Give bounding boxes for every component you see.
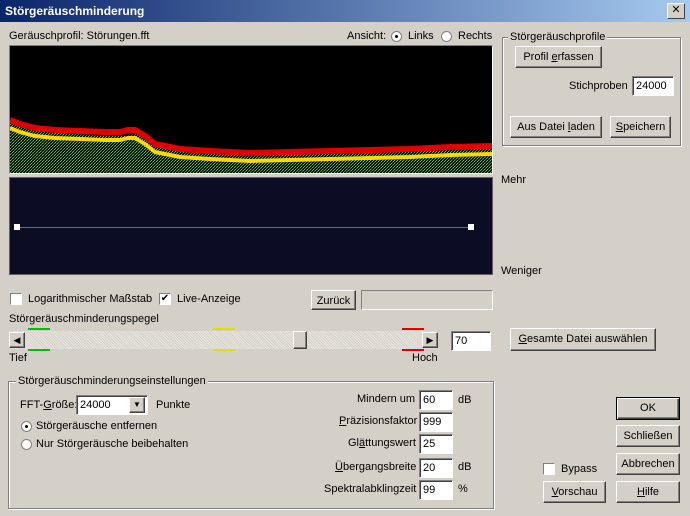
view-right-radio[interactable] — [441, 31, 452, 42]
precision-input[interactable]: 999 — [419, 412, 453, 432]
samples-label: Stichproben — [569, 80, 628, 92]
close-window-button[interactable]: ✕ — [667, 3, 685, 19]
fft-size-label: FFT-Größe: — [20, 399, 78, 411]
samples-input[interactable]: 24000 — [632, 76, 674, 96]
low-label: Tief — [9, 352, 27, 364]
remove-noise-radio[interactable] — [21, 421, 32, 432]
fft-size-value: 24000 — [80, 399, 111, 411]
back-button[interactable]: Zurück — [311, 290, 356, 310]
settings-group-title: Störgeräuschminderungseinstellungen — [16, 375, 208, 387]
yellow-marker-top — [213, 328, 235, 330]
view-left-radio[interactable] — [391, 31, 402, 42]
cancel-button[interactable]: Abbrechen — [616, 453, 680, 475]
reduce-by-label: Mindern um — [357, 393, 416, 405]
smoothing-input[interactable]: 25 — [419, 434, 453, 454]
view-left-label: Links — [408, 30, 434, 42]
window-title: Störgeräuschminderung — [5, 4, 145, 18]
precision-label: Präzisionsfaktor — [339, 415, 418, 427]
live-view-label: Live-Anzeige — [177, 293, 241, 305]
noise-reduction-level-label: Störgeräuschminderungspegel — [9, 313, 159, 325]
log-scale-label: Logarithmischer Maßstab — [28, 293, 153, 305]
chevron-down-icon[interactable]: ▼ — [129, 397, 145, 413]
save-profile-button[interactable]: Speichern — [610, 116, 671, 138]
level-value-input[interactable]: 70 — [451, 331, 491, 351]
yellow-marker-bottom — [213, 349, 235, 351]
red-marker-bottom — [402, 349, 424, 351]
reduction-curve-line — [17, 227, 473, 228]
level-slider-thumb[interactable] — [293, 331, 307, 349]
transition-width-label: Übergangsbreite — [335, 461, 417, 473]
preview-button[interactable]: Vorschau — [543, 481, 606, 503]
smoothing-label: Glättungswert — [348, 437, 416, 449]
select-entire-file-button[interactable]: Gesamte Datei auswählen — [510, 328, 656, 351]
slider-left-arrow[interactable]: ◀ — [9, 332, 25, 348]
points-label: Punkte — [156, 399, 191, 411]
status-box — [361, 290, 493, 310]
noise-profiles-group-title: Störgeräuschprofile — [508, 31, 608, 43]
keep-noise-only-label: Nur Störgeräusche beibehalten — [36, 438, 189, 450]
fft-size-select[interactable]: 24000 ▼ — [76, 395, 148, 415]
view-label: Ansicht: — [347, 30, 387, 42]
help-button[interactable]: Hilfe — [616, 481, 680, 503]
noise-profile-label: Geräuschprofil: Störungen.fft — [9, 30, 150, 42]
slider-right-arrow[interactable]: ▶ — [422, 332, 438, 348]
bypass-checkbox[interactable] — [543, 463, 555, 475]
load-from-file-button[interactable]: Aus Datei laden — [510, 116, 602, 138]
curve-handle-right[interactable] — [468, 224, 474, 230]
remove-noise-label: Störgeräusche entfernen — [36, 420, 158, 432]
ok-button[interactable]: OK — [616, 397, 680, 420]
spectral-decay-input[interactable]: 99 — [419, 480, 453, 500]
capture-profile-button[interactable]: Profil erfassen — [515, 46, 602, 68]
noise-spectrum-display — [9, 45, 493, 174]
reduce-by-input[interactable]: 60 — [419, 390, 453, 410]
transition-width-unit: dB — [458, 461, 472, 473]
high-label: Hoch — [412, 352, 438, 364]
keep-noise-only-radio[interactable] — [21, 439, 32, 450]
more-label: Mehr — [501, 174, 527, 186]
bypass-label: Bypass — [561, 463, 598, 475]
spectral-decay-label: Spektralabklingzeit — [324, 483, 417, 495]
close-button[interactable]: Schließen — [616, 425, 680, 447]
spectrum-graph — [10, 117, 492, 173]
level-slider-track[interactable]: ◀ ▶ — [9, 331, 438, 349]
green-marker-top — [28, 328, 50, 330]
red-marker-top — [402, 328, 424, 330]
less-label: Weniger — [501, 265, 542, 277]
transition-width-input[interactable]: 20 — [419, 458, 453, 478]
reduction-curve-display[interactable] — [9, 177, 493, 275]
green-marker-bottom — [28, 349, 50, 351]
view-right-label: Rechts — [458, 30, 493, 42]
spectral-decay-unit: % — [458, 483, 468, 495]
reduce-by-unit: dB — [458, 394, 472, 406]
log-scale-checkbox[interactable] — [10, 293, 22, 305]
live-view-checkbox[interactable]: ✔ — [159, 293, 171, 305]
curve-handle-left[interactable] — [14, 224, 20, 230]
